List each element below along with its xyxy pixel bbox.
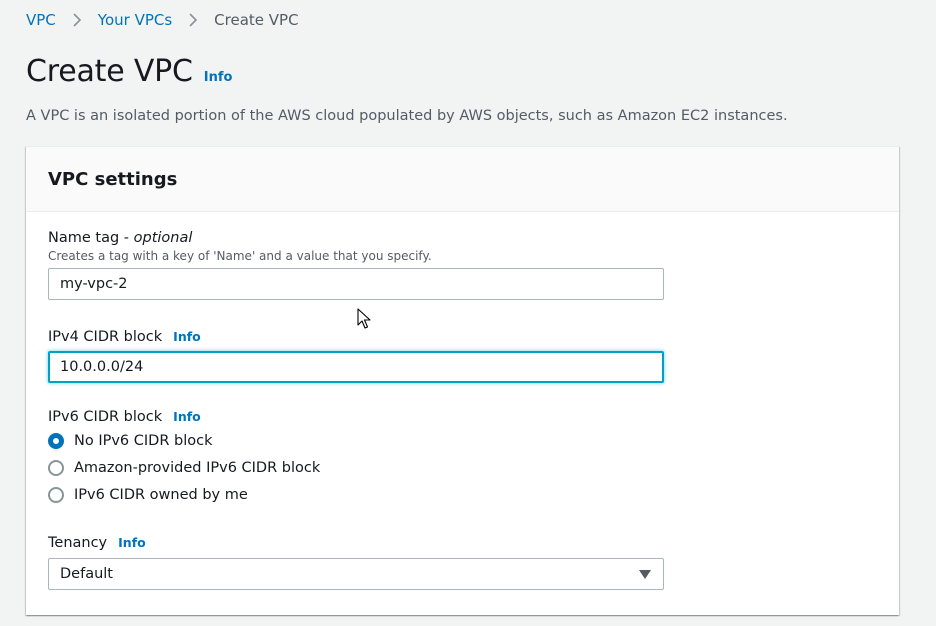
ipv4-cidr-label: IPv4 CIDR block Info	[48, 329, 664, 345]
chevron-right-icon	[69, 12, 85, 28]
ipv6-cidr-label: IPv6 CIDR block Info	[48, 409, 320, 425]
panel-title: VPC settings	[48, 168, 178, 190]
ipv4-cidr-label-text: IPv4 CIDR block	[48, 329, 163, 345]
name-tag-optional: optional	[133, 230, 193, 246]
ipv6-cidr-label-text: IPv6 CIDR block	[48, 409, 163, 425]
tenancy-field: Tenancy Info Default	[48, 535, 664, 590]
name-tag-input[interactable]	[48, 268, 664, 300]
breadcrumb: VPC Your VPCs Create VPC	[26, 9, 299, 31]
ipv6-info-link[interactable]: Info	[173, 409, 201, 424]
breadcrumb-vpc[interactable]: VPC	[26, 11, 56, 29]
name-tag-label-text: Name tag -	[48, 230, 134, 246]
tenancy-select-value: Default	[60, 566, 113, 582]
page-description: A VPC is an isolated portion of the AWS …	[26, 108, 788, 124]
chevron-right-icon	[185, 12, 201, 28]
caret-down-icon	[639, 565, 651, 584]
page-info-link[interactable]: Info	[204, 70, 233, 85]
radio-button[interactable]	[48, 459, 64, 476]
radio-label: IPv6 CIDR owned by me	[74, 486, 248, 503]
page-header: Create VPC Info	[26, 54, 232, 96]
radio-option-no-ipv6[interactable]: No IPv6 CIDR block	[48, 427, 320, 454]
radio-option-owned-by-me[interactable]: IPv6 CIDR owned by me	[48, 481, 320, 508]
tenancy-label-text: Tenancy	[48, 535, 108, 551]
breadcrumb-create-vpc: Create VPC	[214, 11, 299, 29]
tenancy-label: Tenancy Info	[48, 535, 664, 551]
radio-label: No IPv6 CIDR block	[74, 432, 213, 449]
tenancy-info-link[interactable]: Info	[118, 535, 146, 550]
page-title: Create VPC	[26, 54, 193, 89]
panel-header: VPC settings	[26, 147, 899, 212]
radio-option-amazon-provided[interactable]: Amazon-provided IPv6 CIDR block	[48, 454, 320, 481]
vpc-settings-panel: VPC settings Name tag - optional Creates…	[26, 146, 899, 615]
name-tag-field: Name tag - optional Creates a tag with a…	[48, 230, 664, 300]
radio-button[interactable]	[48, 486, 64, 503]
ipv6-cidr-field: IPv6 CIDR block Info No IPv6 CIDR block …	[48, 409, 320, 508]
radio-label: Amazon-provided IPv6 CIDR block	[74, 459, 321, 476]
ipv4-cidr-field: IPv4 CIDR block Info	[48, 329, 664, 383]
breadcrumb-your-vpcs[interactable]: Your VPCs	[98, 11, 172, 29]
ipv6-radio-group: No IPv6 CIDR block Amazon-provided IPv6 …	[48, 427, 320, 508]
ipv4-cidr-input[interactable]	[48, 351, 664, 383]
name-tag-label: Name tag - optional	[48, 230, 664, 246]
ipv4-info-link[interactable]: Info	[173, 329, 201, 344]
radio-button-checked[interactable]	[48, 432, 64, 449]
tenancy-select[interactable]: Default	[48, 558, 664, 590]
name-tag-hint: Creates a tag with a key of 'Name' and a…	[48, 249, 432, 263]
